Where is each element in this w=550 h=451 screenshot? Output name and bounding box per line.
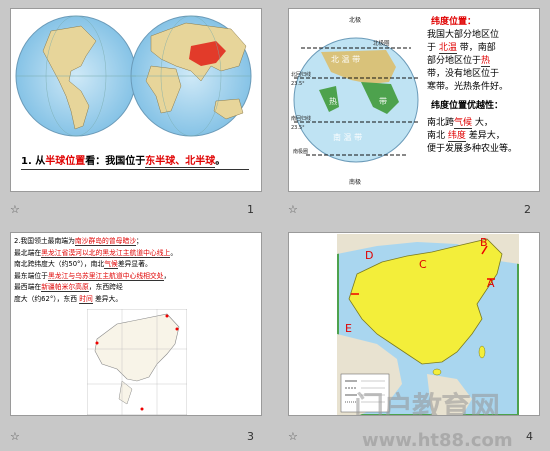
s3-text: 。 xyxy=(170,248,178,257)
china-location-map xyxy=(87,309,187,415)
lat-line-5: 寒带。光热条件好。 xyxy=(427,81,539,94)
s3-text: 最北端在 xyxy=(14,248,42,257)
s3-line-4: 最东端位于黑龙江与乌苏里江主航道中心线相交处， xyxy=(14,271,260,283)
caption-prefix: 1. 从 xyxy=(21,156,46,167)
s3-text: 最东端位于 xyxy=(14,271,48,280)
caption-underline xyxy=(21,169,249,170)
lat-text: 带，南部 xyxy=(459,43,496,53)
adv-line-1: 南北跨气候 大， xyxy=(427,117,539,130)
s3-text: 度大（约62°），东西 xyxy=(14,294,78,303)
s3-text: ； xyxy=(136,237,143,245)
map-letter-d: D xyxy=(365,249,373,262)
slide-3-text: 2.我国领土最南端为南沙群岛的曾母暗沙； 最北端在黑龙江省漠河以北的黑龙江主航道… xyxy=(14,236,260,305)
map-letter-a: A xyxy=(487,277,495,290)
label-torrid: 热 xyxy=(329,96,337,106)
s3-text: 南北跨纬度大（约50°），南北 xyxy=(14,260,105,268)
answer-easternmost: 黑龙江与乌苏里江主航道中心线相交处 xyxy=(47,271,164,281)
s3-text: 差异大。 xyxy=(94,294,123,303)
s3-line-2: 最北端在黑龙江省漠河以北的黑龙江主航道中心线上。 xyxy=(14,248,260,260)
s3-line-1: 2.我国领土最南端为南沙群岛的曾母暗沙； xyxy=(14,236,260,248)
caption-mid: 看：我国位于 xyxy=(85,156,146,167)
lat-text: 部分地区位于 xyxy=(427,56,482,66)
lat-text: 我国大部分地区位 xyxy=(427,30,500,40)
label-torrid-2: 带 xyxy=(379,97,387,106)
advantage-heading: 纬度位置优越性： xyxy=(431,101,504,111)
label-tropic-deg-s: 23.5° xyxy=(291,125,305,131)
map-letter-e: E xyxy=(345,322,352,335)
caption-keyword: 半球位置 xyxy=(45,156,86,167)
adv-text: 大， xyxy=(474,118,493,128)
answer-latitude: 纬度 xyxy=(447,131,466,142)
answer-climate: 气候 xyxy=(454,118,473,129)
answer-time: 时间 xyxy=(79,294,93,304)
label-north-pole: 北极 xyxy=(349,16,361,24)
answer-northernmost: 黑龙江省漠河以北的黑龙江主航道中心线上 xyxy=(41,248,171,258)
map-letter-c: C xyxy=(419,258,427,271)
slide-4-number: 4 xyxy=(526,430,533,443)
slide-thumbnail-2[interactable]: 北极 北极圈 北 温 带 北回归线 23.5° 热 带 南回归线 23.5° 南… xyxy=(288,8,540,192)
adv-text: 南北跨 xyxy=(427,118,455,128)
latitude-heading: 纬度位置： xyxy=(431,17,477,27)
answer-torrid: 热 xyxy=(481,56,491,67)
adv-line-3: 便于发展多种农业等。 xyxy=(427,143,539,156)
lat-line-3: 部分地区位于热 xyxy=(427,55,539,68)
slide-thumbnail-3[interactable]: 2.我国领土最南端为南沙群岛的曾母暗沙； 最北端在黑龙江省漠河以北的黑龙江主航道… xyxy=(10,232,262,416)
lat-line-4: 带，没有地区位于 xyxy=(427,68,539,81)
s3-text: ， xyxy=(163,271,171,280)
s3-line-3: 南北跨纬度大（约50°），南北气候差异显著。 xyxy=(14,259,260,271)
latitude-zones-globe: 北极 北极圈 北 温 带 北回归线 23.5° 热 带 南回归线 23.5° 南… xyxy=(291,16,419,186)
label-south-frigid: 南寒带 xyxy=(343,163,361,171)
lat-line-1: 我国大部分地区位 xyxy=(427,29,539,42)
answer-southernmost: 南沙群岛的曾母暗沙 xyxy=(74,237,137,246)
slide-4-star-icon[interactable]: ☆ xyxy=(288,430,298,443)
adv-line-2: 南北 纬度 差异大， xyxy=(427,130,539,143)
s3-text: ，东西跨经 xyxy=(88,283,123,291)
slide-thumbnail-4[interactable]: B D C A E 门户教育网 xyxy=(288,232,540,416)
adv-text: 便于发展多种农业等。 xyxy=(427,144,518,154)
answer-north-temperate: 北温 xyxy=(438,43,457,54)
label-north-temperate: 北 温 带 xyxy=(331,55,360,64)
slide-2-number: 2 xyxy=(524,203,531,216)
s3-line-6: 度大（约62°），东西 时间 差异大。 xyxy=(14,294,260,306)
lat-line-2: 于 北温 带，南部 xyxy=(427,42,539,55)
lat-text: 寒带。光热条件好。 xyxy=(427,82,509,92)
answer-climate: 气候 xyxy=(104,260,118,269)
slide-2-star-icon[interactable]: ☆ xyxy=(288,203,298,216)
lat-text: 带，没有地区位于 xyxy=(427,69,500,79)
slide-1-number: 1 xyxy=(247,203,254,216)
label-tropic-capricorn: 南回归线 xyxy=(291,115,311,122)
label-south-temperate: 南 温 带 xyxy=(333,132,362,142)
slide-thumbnail-1[interactable]: 1. 从半球位置看：我国位于东半球、北半球。 xyxy=(10,8,262,192)
caption-end: 。 xyxy=(215,156,226,167)
s3-text: 差异显著。 xyxy=(117,260,152,268)
adv-text: 南北 xyxy=(427,131,446,141)
watermark-brand: 门户教育网 xyxy=(354,391,500,416)
slide-3-number: 3 xyxy=(247,430,254,443)
label-south-pole: 南极 xyxy=(349,178,361,186)
caption-answer: 东半球、北半球 xyxy=(145,156,216,168)
lat-text: 于 xyxy=(427,43,437,53)
watermark-url: www.ht88.com xyxy=(362,430,513,451)
label-tropic-cancer: 北回归线 xyxy=(291,71,311,78)
world-hemispheres-map xyxy=(15,15,252,137)
slide-3-star-icon[interactable]: ☆ xyxy=(10,430,20,443)
adv-text: 差异大， xyxy=(468,131,505,141)
s3-line-5: 最西端在新疆帕米尔高原，东西跨经 xyxy=(14,282,260,294)
s3-text: 2.我国领土最南端为 xyxy=(14,237,75,245)
slide-1-star-icon[interactable]: ☆ xyxy=(10,203,20,216)
label-antarctic-circle: 南极圈 xyxy=(293,148,308,155)
s3-text: 最西端在 xyxy=(14,283,42,291)
slide-2-text: 纬度位置： 我国大部分地区位 于 北温 带，南部 部分地区位于热 带，没有地区位… xyxy=(427,16,539,156)
slide-1-caption: 1. 从半球位置看：我国位于东半球、北半球。 xyxy=(21,152,226,168)
answer-westernmost: 新疆帕米尔高原 xyxy=(41,283,89,292)
map-letter-b: B xyxy=(480,236,488,249)
label-tropic-deg-n: 23.5° xyxy=(291,81,305,87)
label-arctic-circle: 北极圈 xyxy=(373,39,390,47)
